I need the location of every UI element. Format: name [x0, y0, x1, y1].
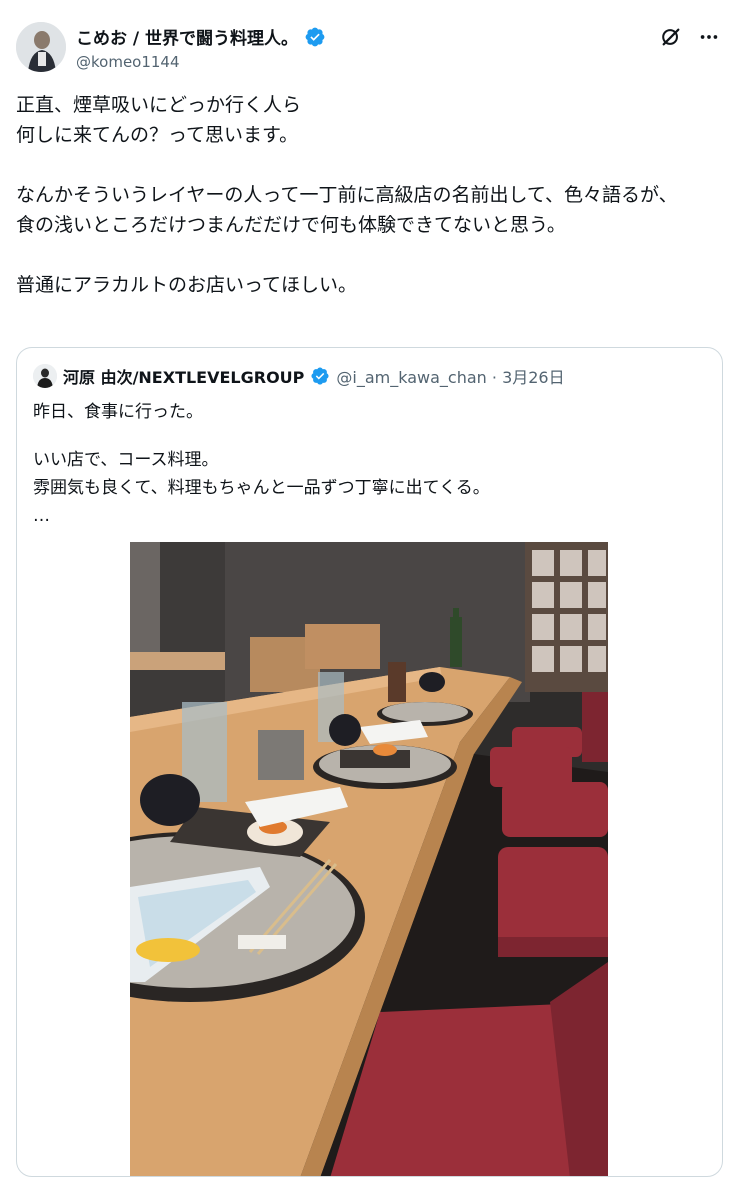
author-avatar[interactable] [16, 22, 66, 72]
tweet-header: こめお / 世界で闘う料理人。 @komeo1144 [16, 20, 724, 76]
quoted-line: 昨日、食事に行った。 [33, 402, 203, 422]
quoted-handle-date[interactable]: @i_am_kawa_chan · 3月26日 [336, 364, 564, 388]
quoted-author-name[interactable]: 河原 由次/NEXTLEVELGROUP [63, 364, 304, 388]
tweet-line: 正直、煙草吸いにどっか行く人ら [16, 94, 302, 116]
tweet-line: 普通にアラカルトのお店いってほしい。 [16, 274, 358, 296]
verified-badge-icon [311, 367, 329, 385]
tweet-line: 食の浅いところだけつまんだだけで何も体験できてないと思う。 [16, 214, 566, 236]
author-handle[interactable]: @komeo1144 [76, 53, 326, 71]
quoted-line: 雰囲気も良くて、料理もちゃんと一品ずつ丁寧に出てくる。 [33, 478, 490, 498]
restaurant-counter-photo[interactable] [130, 542, 608, 1176]
quoted-line: いい店で、コース料理。 [33, 450, 219, 470]
quoted-body: 昨日、食事に行った。 いい店で、コース料理。 雰囲気も良くて、料理もちゃんと一品… [33, 398, 490, 530]
more-icon[interactable] [698, 26, 720, 48]
quoted-author-avatar[interactable] [33, 364, 57, 388]
author-name[interactable]: こめお / 世界で闘う料理人。 [76, 24, 298, 49]
grok-icon[interactable] [660, 26, 682, 48]
verified-badge-icon [305, 27, 325, 46]
tweet-body: 正直、煙草吸いにどっか行く人ら 何しに来てんの？って思います。 なんかそういうレ… [16, 90, 724, 300]
quoted-tweet[interactable]: 河原 由次/NEXTLEVELGROUP @i_am_kawa_chan · 3… [16, 347, 723, 1177]
quoted-line: … [33, 506, 50, 526]
tweet-line: なんかそういうレイヤーの人って一丁前に高級店の名前出して、色々語るが、 [16, 184, 678, 206]
tweet-line: 何しに来てんの？って思います。 [16, 124, 299, 146]
